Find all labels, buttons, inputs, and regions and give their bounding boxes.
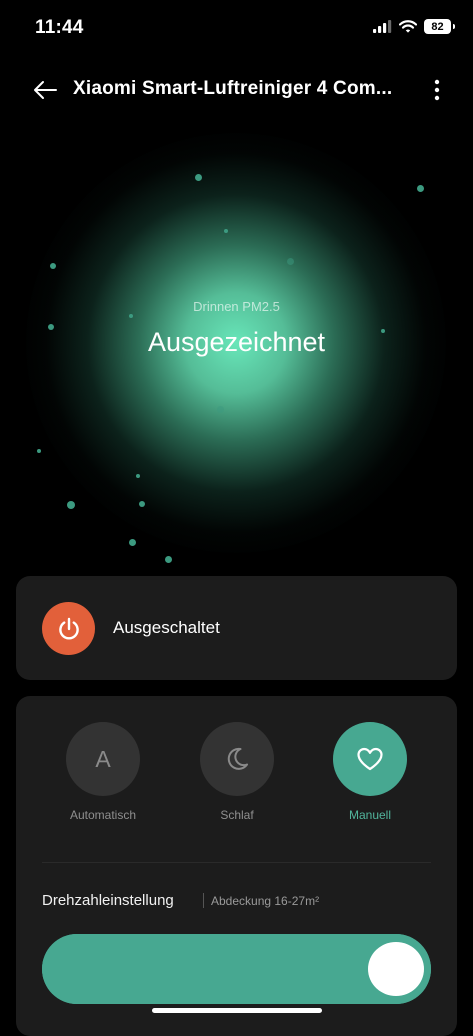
- divider: [42, 862, 431, 863]
- status-bar: 11:44 82: [0, 0, 473, 58]
- air-quality-status: Ausgezeichnet: [147, 327, 326, 357]
- status-time: 11:44: [35, 17, 84, 38]
- more-vertical-icon: [434, 79, 440, 101]
- particle-dot: [136, 474, 140, 478]
- more-options-button[interactable]: [425, 76, 449, 104]
- arrow-left-icon: [34, 81, 57, 99]
- heart-icon: [357, 747, 383, 771]
- mode-sleep-button[interactable]: Schlaf: [182, 722, 292, 822]
- particle-dot: [224, 229, 228, 233]
- mode-auto-label: Automatisch: [69, 808, 137, 822]
- mode-auto-button[interactable]: A Automatisch: [48, 722, 158, 822]
- particle-dot: [50, 263, 56, 269]
- mode-manual-button[interactable]: Manuell: [315, 722, 425, 822]
- speed-slider[interactable]: [42, 934, 431, 1004]
- power-button[interactable]: [42, 602, 95, 655]
- wifi-icon: [399, 20, 417, 33]
- particle-dot: [139, 501, 145, 507]
- particle-dot: [37, 449, 41, 453]
- mode-sleep-label: Schlaf: [220, 808, 254, 822]
- speed-slider-thumb[interactable]: [368, 942, 424, 996]
- home-indicator: [152, 1008, 322, 1013]
- mode-auto-circle: A: [66, 722, 140, 796]
- battery-indicator: 82: [424, 19, 455, 34]
- status-icons: 82: [373, 19, 455, 34]
- power-card: Ausgeschaltet: [16, 576, 457, 680]
- particle-dot: [217, 406, 224, 413]
- coverage-label: Abdeckung 16-27m²: [211, 894, 320, 908]
- pm25-label: Drinnen PM2.5: [193, 299, 280, 314]
- speed-setting-title: Drehzahleinstellung: [42, 892, 174, 909]
- signal-icon: [373, 20, 392, 33]
- page-title: Xiaomi Smart-Luftreiniger 4 Com...: [73, 78, 393, 99]
- particle-dot: [129, 539, 136, 546]
- power-icon: [58, 617, 79, 640]
- mode-manual-label: Manuell: [348, 808, 392, 822]
- particle-dot: [67, 501, 75, 509]
- air-quality-hero: Drinnen PM2.5 Ausgezeichnet: [0, 130, 473, 570]
- auto-letter-icon: A: [95, 745, 111, 772]
- title-separator: [203, 893, 204, 908]
- moon-icon: [227, 747, 248, 770]
- back-button[interactable]: [30, 76, 62, 104]
- particle-dot: [417, 185, 424, 192]
- app-header: Xiaomi Smart-Luftreiniger 4 Com...: [0, 66, 473, 114]
- mode-sleep-circle: [200, 722, 274, 796]
- battery-level: 82: [431, 20, 444, 33]
- particle-dot: [287, 258, 294, 265]
- particle-dot: [165, 556, 172, 563]
- particle-dot: [195, 174, 202, 181]
- particle-dot: [129, 314, 133, 318]
- mode-manual-circle: [333, 722, 407, 796]
- power-status-label: Ausgeschaltet: [113, 618, 220, 637]
- mode-card: A Automatisch Schlaf Manuell Drehzahlein…: [16, 696, 457, 1036]
